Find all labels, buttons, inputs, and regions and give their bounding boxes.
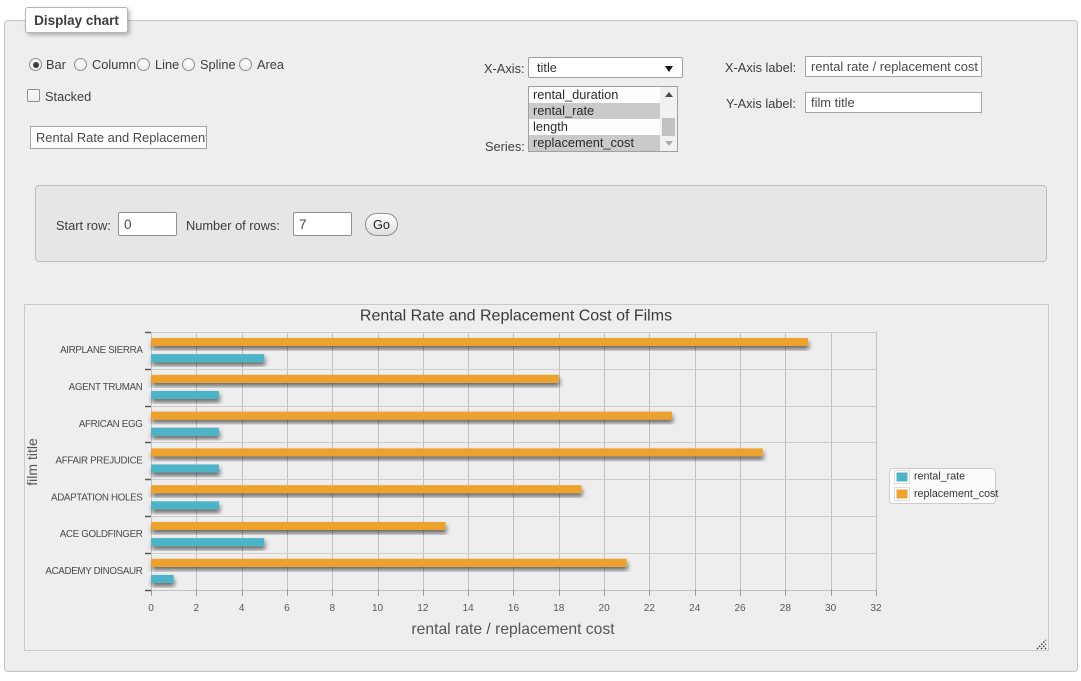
svg-text:16: 16 — [508, 603, 520, 614]
svg-text:Rental Rate and Replacement Co: Rental Rate and Replacement Cost of Film… — [360, 308, 672, 325]
svg-text:26: 26 — [734, 603, 746, 614]
svg-text:8: 8 — [329, 603, 335, 614]
svg-text:ADAPTATION HOLES: ADAPTATION HOLES — [51, 492, 143, 503]
svg-text:AGENT TRUMAN: AGENT TRUMAN — [69, 382, 143, 393]
svg-text:10: 10 — [372, 603, 384, 614]
svg-text:22: 22 — [644, 603, 656, 614]
svg-text:ACADEMY DINOSAUR: ACADEMY DINOSAUR — [45, 566, 142, 577]
svg-text:AFRICAN EGG: AFRICAN EGG — [79, 419, 143, 430]
svg-text:6: 6 — [284, 603, 290, 614]
svg-text:AFFAIR PREJUDICE: AFFAIR PREJUDICE — [56, 456, 144, 467]
svg-text:replacement_cost: replacement_cost — [914, 488, 998, 500]
svg-text:2: 2 — [194, 603, 200, 614]
svg-text:20: 20 — [599, 603, 611, 614]
svg-text:14: 14 — [463, 603, 475, 614]
svg-text:32: 32 — [870, 603, 882, 614]
svg-text:ACE GOLDFINGER: ACE GOLDFINGER — [60, 529, 143, 540]
svg-text:30: 30 — [825, 603, 837, 614]
svg-text:18: 18 — [553, 603, 565, 614]
svg-text:12: 12 — [417, 603, 429, 614]
svg-text:AIRPLANE SIERRA: AIRPLANE SIERRA — [60, 345, 143, 356]
svg-text:28: 28 — [780, 603, 792, 614]
svg-text:24: 24 — [689, 603, 701, 614]
svg-text:film title: film title — [25, 438, 40, 486]
svg-text:rental_rate: rental_rate — [914, 471, 965, 483]
svg-text:4: 4 — [239, 603, 245, 614]
svg-text:rental rate / replacement cost: rental rate / replacement cost — [411, 621, 615, 638]
svg-text:0: 0 — [148, 603, 154, 614]
